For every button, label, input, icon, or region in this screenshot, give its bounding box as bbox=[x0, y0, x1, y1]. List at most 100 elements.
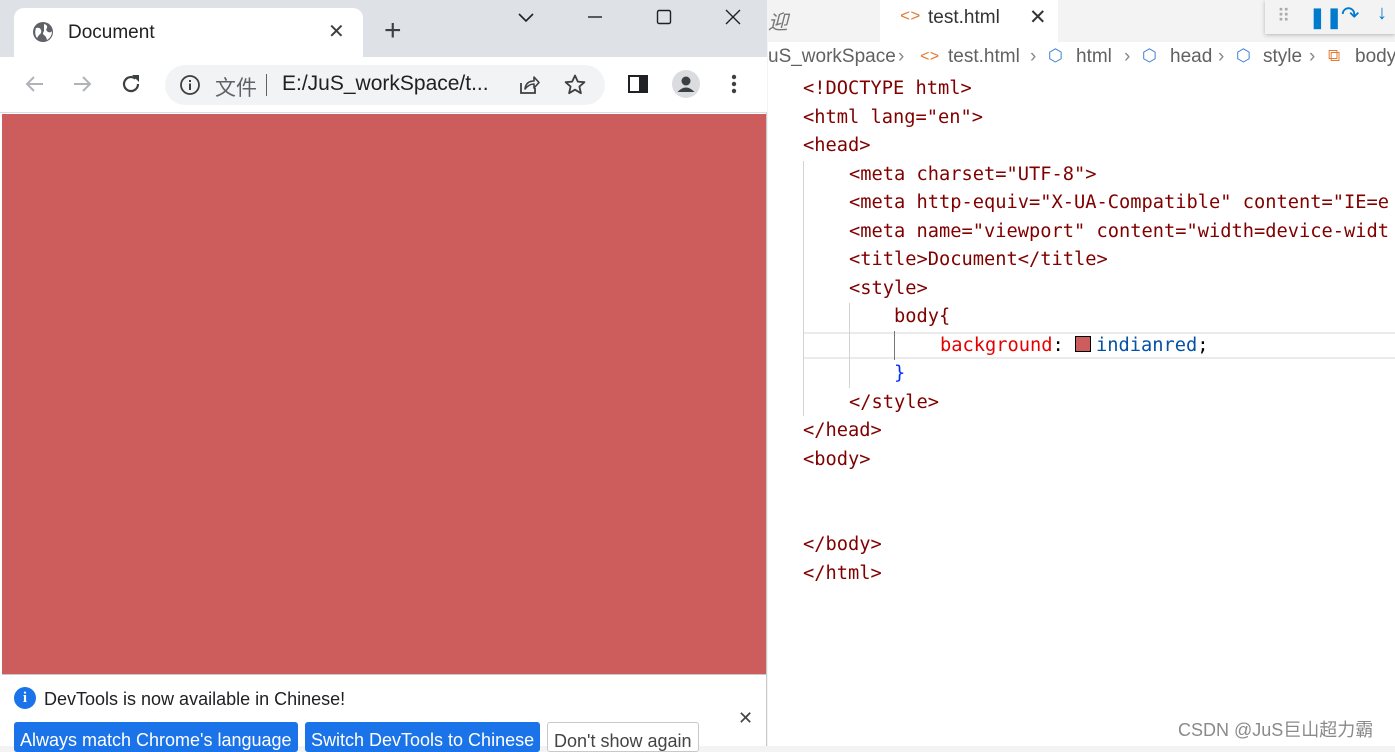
drag-handle-icon[interactable]: ⠿ bbox=[1277, 6, 1290, 27]
code-line-2: <html lang="en"> bbox=[803, 107, 984, 128]
element-icon: ⬡ bbox=[1236, 46, 1251, 65]
editor-tab-close-icon[interactable]: ✕ bbox=[1029, 5, 1047, 30]
url-scheme-label: 文件 bbox=[215, 77, 257, 100]
code-line: <html lang="en"> bbox=[803, 104, 983, 132]
pause-icon[interactable]: ❚❚ bbox=[1309, 5, 1343, 30]
close-window-button[interactable] bbox=[698, 0, 767, 34]
code-line-14: <body> bbox=[803, 449, 871, 470]
browser-window: Document ✕ + 文件 E:/JuS_workSpace/t... i … bbox=[0, 0, 767, 752]
breadcrumb-head[interactable]: head bbox=[1170, 46, 1212, 68]
breadcrumb-style[interactable]: style bbox=[1263, 46, 1302, 68]
html-file-icon: <> bbox=[920, 48, 940, 66]
code-line-10: background: indianred; bbox=[940, 335, 1209, 356]
code-line-18: </html> bbox=[803, 563, 882, 584]
switch-to-chinese-button[interactable]: Switch DevTools to Chinese bbox=[305, 722, 541, 752]
chevron-right-icon: › bbox=[1309, 46, 1316, 67]
indent-guide bbox=[849, 303, 850, 388]
code-line: <body> bbox=[803, 446, 871, 474]
dont-show-again-button[interactable]: Don't show again bbox=[547, 722, 699, 752]
banner-message: DevTools is now available in Chinese! bbox=[44, 689, 346, 709]
code-area[interactable]: <!DOCTYPE html> <html lang="en"> <head> … bbox=[768, 75, 1395, 746]
maximize-button[interactable] bbox=[629, 0, 698, 34]
color-swatch-icon[interactable] bbox=[1075, 336, 1092, 352]
code-editor: 迎 <> test.html ✕ ⠿ ❚❚ ↷ ↓ uS_workSpace ›… bbox=[768, 0, 1395, 746]
breadcrumb-file[interactable]: test.html bbox=[948, 46, 1020, 68]
watermark: CSDN @JuS巨山超力霸 bbox=[1178, 720, 1374, 740]
breadcrumb-body[interactable]: body bbox=[1355, 46, 1395, 68]
indent-guide bbox=[803, 161, 804, 416]
address-bar[interactable]: 文件 E:/JuS_workSpace/t... bbox=[165, 65, 605, 105]
back-arrow-icon[interactable] bbox=[21, 70, 49, 98]
code-line: <head> bbox=[803, 132, 871, 160]
side-panel-icon[interactable] bbox=[624, 70, 652, 98]
css-rule-icon: ⧉ bbox=[1328, 46, 1341, 65]
code-line: <meta charset="UTF-8"> bbox=[849, 161, 1097, 189]
url-text[interactable]: E:/JuS_workSpace/t... bbox=[282, 72, 489, 96]
tab-search-icon[interactable] bbox=[491, 0, 560, 34]
share-icon[interactable] bbox=[517, 73, 541, 102]
chevron-right-icon: › bbox=[1124, 46, 1131, 67]
code-line: <meta http-equiv="X-UA-Compatible" conte… bbox=[849, 189, 1389, 217]
code-line: <style> bbox=[849, 275, 928, 303]
code-line-4: <meta charset="UTF-8"> bbox=[849, 164, 1097, 185]
tab-strip: Document ✕ + bbox=[0, 0, 767, 57]
chevron-right-icon: › bbox=[1218, 46, 1225, 67]
browser-toolbar: 文件 E:/JuS_workSpace/t... bbox=[0, 57, 767, 113]
banner-close-icon[interactable]: ✕ bbox=[738, 708, 753, 729]
code-line-11: } bbox=[894, 363, 906, 384]
step-over-icon[interactable]: ↷ bbox=[1341, 2, 1359, 28]
element-icon: ⬡ bbox=[1048, 46, 1063, 65]
forward-arrow-icon[interactable] bbox=[68, 70, 96, 98]
breadcrumb-html[interactable]: html bbox=[1076, 46, 1112, 68]
code-line: </head> bbox=[803, 417, 882, 445]
code-line-8: <style> bbox=[849, 278, 928, 299]
step-into-icon[interactable]: ↓ bbox=[1377, 2, 1387, 25]
code-line-5: <meta http-equiv="X-UA-Compatible" conte… bbox=[849, 192, 1390, 213]
tab-title: Document bbox=[68, 22, 155, 43]
code-line: <!DOCTYPE html> bbox=[803, 75, 972, 103]
code-line: </body> bbox=[803, 531, 882, 559]
reload-icon[interactable] bbox=[117, 70, 145, 98]
code-line-7: <title>Document</title> bbox=[849, 249, 1108, 270]
minimize-button[interactable] bbox=[560, 0, 629, 34]
indent-guide bbox=[894, 331, 895, 360]
breadcrumb-workspace[interactable]: uS_workSpace bbox=[768, 46, 896, 68]
debug-toolbar: ⠿ ❚❚ ↷ ↓ bbox=[1265, 0, 1395, 34]
code-line-3: <head> bbox=[803, 135, 871, 156]
code-line-12: </style> bbox=[849, 392, 940, 413]
page-content bbox=[2, 114, 766, 674]
code-line-1: <!DOCTYPE html> bbox=[803, 78, 972, 99]
bookmark-star-icon[interactable] bbox=[563, 73, 587, 102]
editor-tab-test-html[interactable]: <> test.html ✕ bbox=[880, 0, 1058, 42]
browser-tab-document[interactable]: Document ✕ bbox=[14, 8, 363, 57]
omnibox-divider bbox=[266, 74, 267, 96]
code-line-6: <meta name="viewport" content="width=dev… bbox=[849, 221, 1390, 242]
code-line: </html> bbox=[803, 560, 882, 588]
tab-close-icon[interactable]: ✕ bbox=[328, 22, 345, 42]
devtools-language-banner: i DevTools is now available in Chinese! … bbox=[2, 674, 766, 752]
new-tab-button[interactable]: + bbox=[384, 16, 402, 46]
chevron-right-icon: › bbox=[1030, 46, 1037, 67]
html-file-icon: <> bbox=[900, 8, 921, 27]
editor-tab-previous[interactable]: 迎 bbox=[768, 6, 788, 35]
code-line-9: body{ bbox=[894, 306, 951, 327]
site-info-icon[interactable] bbox=[179, 74, 201, 101]
more-menu-icon[interactable] bbox=[720, 70, 748, 98]
code-line: background: indianred; bbox=[940, 332, 1209, 360]
always-match-language-button[interactable]: Always match Chrome's language bbox=[14, 722, 298, 752]
editor-tab-bar: 迎 <> test.html ✕ ⠿ ❚❚ ↷ ↓ bbox=[768, 0, 1395, 42]
chevron-right-icon: › bbox=[898, 46, 905, 67]
element-icon: ⬡ bbox=[1142, 46, 1157, 65]
breadcrumb: uS_workSpace › <> test.html › ⬡ html › ⬡… bbox=[768, 46, 1395, 74]
code-line: body{ bbox=[894, 303, 950, 331]
code-line-17: </body> bbox=[803, 534, 882, 555]
code-line: <title>Document</title> bbox=[849, 246, 1108, 274]
code-line: } bbox=[894, 360, 905, 388]
code-line: </style> bbox=[849, 389, 939, 417]
profile-avatar-icon[interactable] bbox=[672, 70, 700, 98]
code-line-13: </head> bbox=[803, 420, 882, 441]
code-line: <meta name="viewport" content="width=dev… bbox=[849, 218, 1389, 246]
editor-tab-label: test.html bbox=[928, 7, 1000, 28]
info-icon: i bbox=[14, 687, 36, 709]
globe-icon bbox=[32, 21, 54, 43]
